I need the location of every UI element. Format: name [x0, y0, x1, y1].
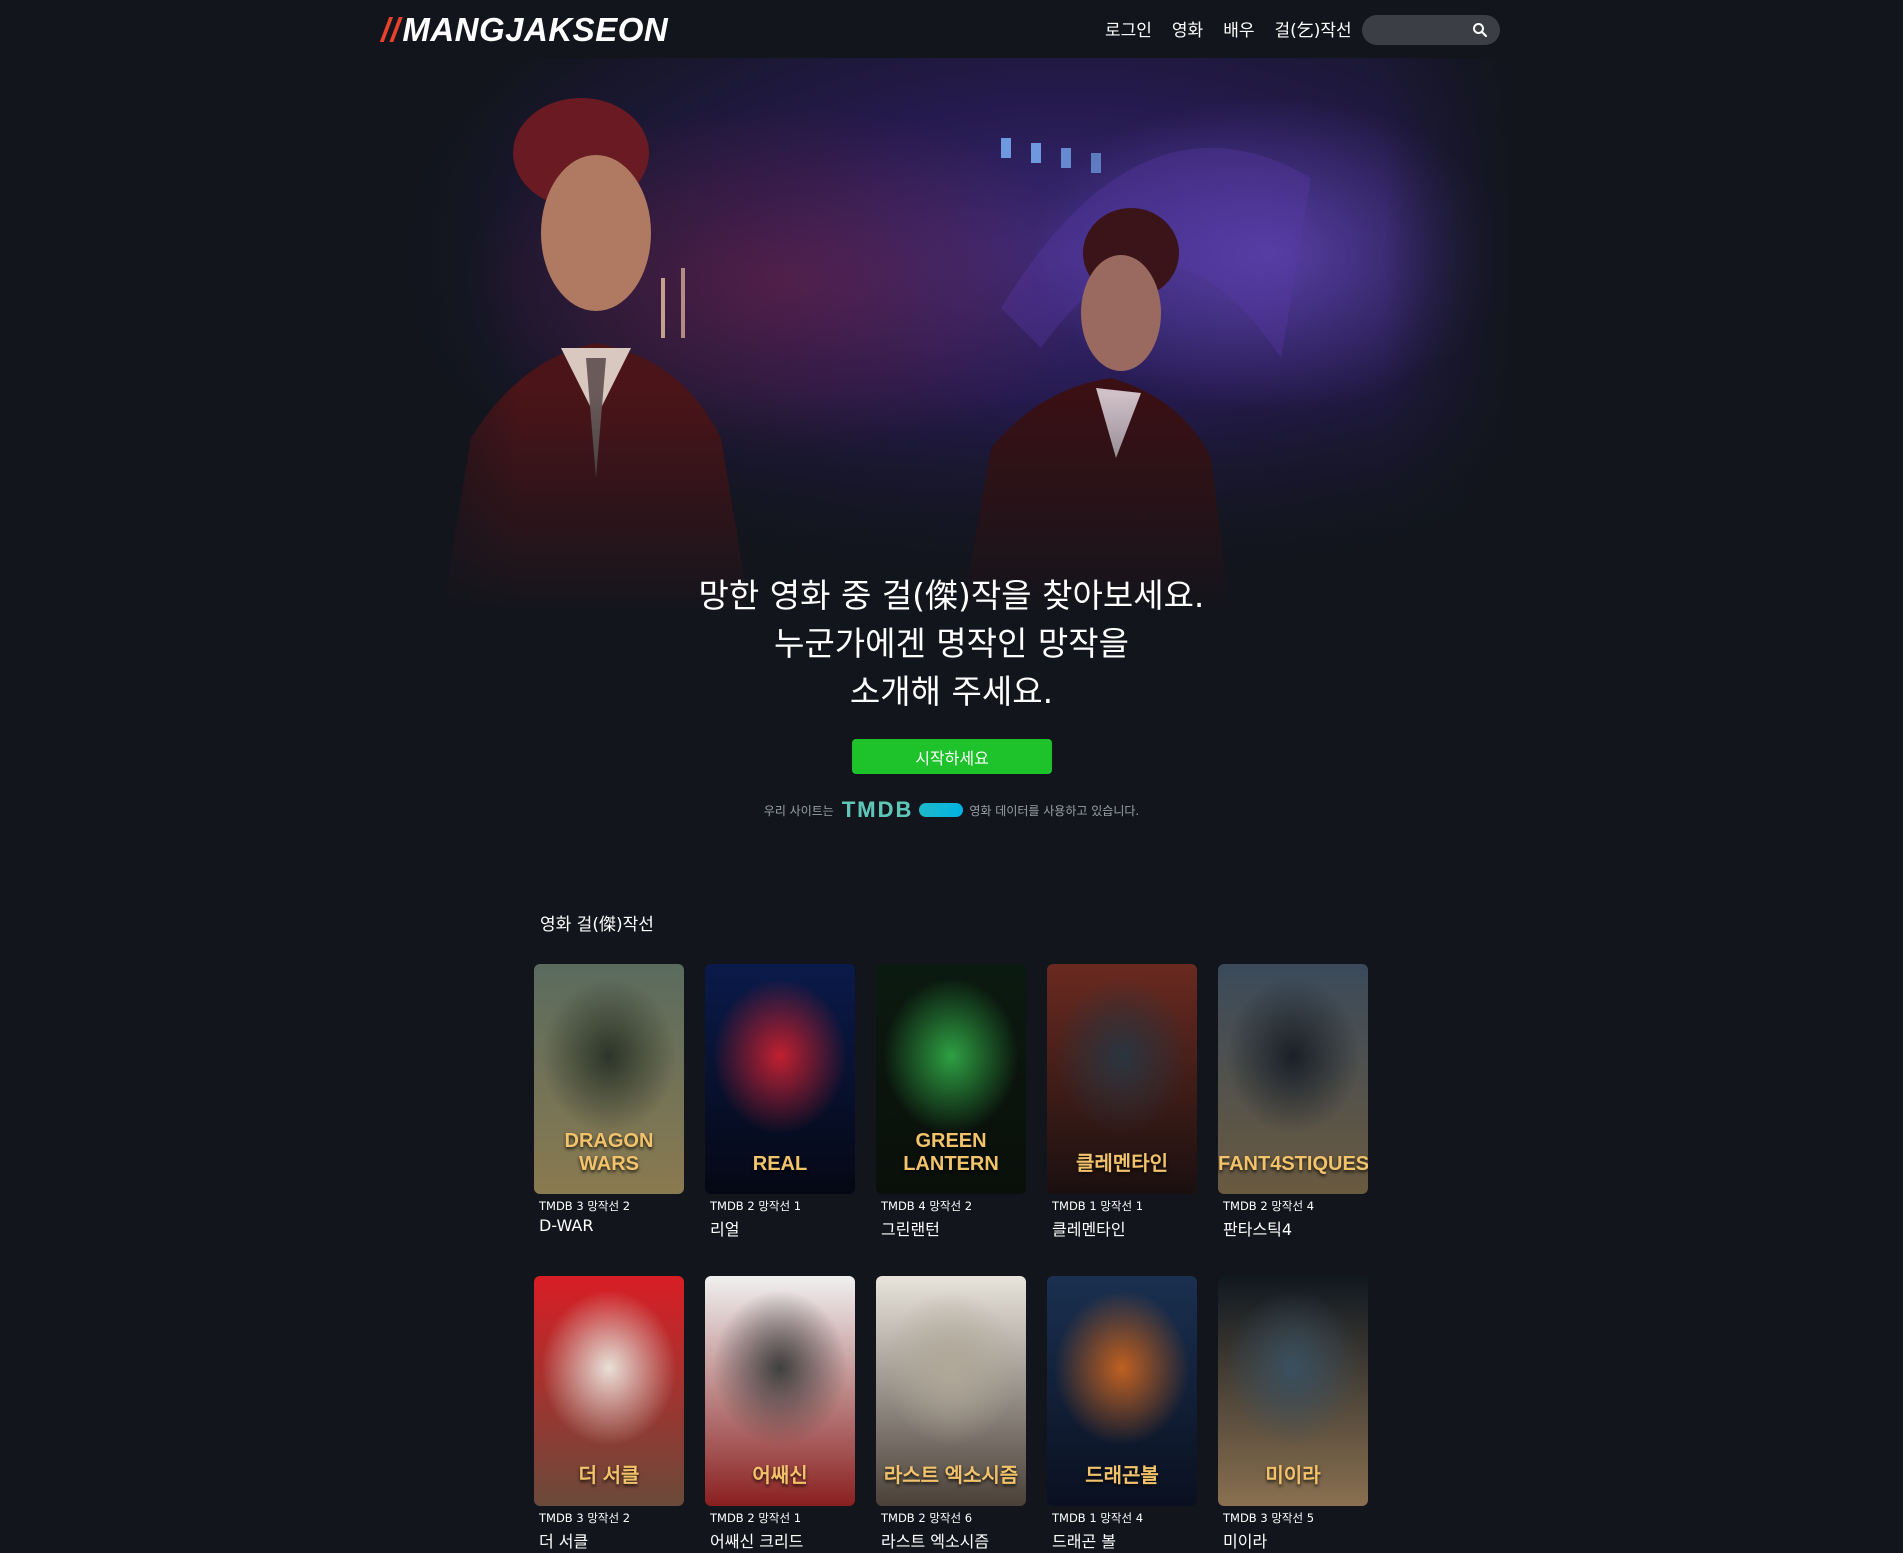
movie-poster[interactable]: 어쌔신 — [705, 1276, 855, 1506]
movie-meta: TMDB 2 망작선 1 — [710, 1511, 802, 1525]
poster-title-art: 클레멘타인 — [1076, 1153, 1168, 1175]
movie-meta: TMDB 4 망작선 2 — [881, 1199, 973, 1213]
main-nav: 로그인 영화 배우 걸(乞)작선 — [1105, 16, 1352, 41]
poster-title-art: 미이라 — [1265, 1465, 1321, 1487]
movie-poster[interactable]: 더 서클 — [534, 1276, 684, 1506]
movie-meta: TMDB 1 망작선 1 — [1052, 1199, 1144, 1213]
movie-title[interactable]: 라스트 엑소시즘 — [881, 1528, 1026, 1552]
hero-image — [381, 58, 1521, 618]
movie-meta: TMDB 3 망작선 2 — [539, 1199, 631, 1213]
movie-poster[interactable]: GREEN LANTERN — [876, 964, 1026, 1194]
movie-meta: TMDB 3 망작선 2 — [539, 1511, 631, 1525]
tmdb-credit: 우리 사이트는 TMDB 영화 데이터를 사용하고 있습니다. — [0, 797, 1903, 823]
poster-title-art: 더 서클 — [578, 1465, 640, 1487]
logo-slash: // — [381, 11, 401, 48]
poster-title-art: 드래곤볼 — [1085, 1465, 1159, 1487]
movie-meta: TMDB 2 망작선 6 — [881, 1511, 973, 1525]
movie-poster[interactable]: DRAGON WARS — [534, 964, 684, 1194]
movie-title[interactable]: 클레멘타인 — [1052, 1216, 1197, 1240]
logo-text: MANGJAKSEON — [402, 11, 669, 48]
nav-actors[interactable]: 배우 — [1223, 16, 1254, 41]
poster-title-art: 어쌔신 — [752, 1465, 808, 1487]
headline-line-3: 소개해 주세요. — [849, 672, 1054, 711]
movie-poster[interactable]: 미이라 — [1218, 1276, 1368, 1506]
movie-card[interactable]: 라스트 엑소시즘 TMDB 2 망작선 6 라스트 엑소시즘 — [876, 1276, 1026, 1552]
movie-card[interactable]: REAL TMDB 2 망작선 1 리얼 — [705, 964, 855, 1240]
search-input[interactable] — [1374, 21, 1478, 39]
search-icon[interactable] — [1472, 22, 1488, 38]
movie-meta: TMDB 3 망작선 5 — [1223, 1511, 1315, 1525]
credit-prefix: 우리 사이트는 — [763, 803, 834, 818]
nav-collection[interactable]: 걸(乞)작선 — [1274, 16, 1351, 41]
start-button[interactable]: 시작하세요 — [852, 739, 1052, 774]
movie-card[interactable]: DRAGON WARS TMDB 3 망작선 2 D-WAR — [534, 964, 684, 1235]
movie-meta: TMDB 1 망작선 4 — [1052, 1511, 1144, 1525]
movie-title[interactable]: 드래곤 볼 — [1052, 1528, 1197, 1552]
section-title: 영화 걸(傑)작선 — [540, 915, 654, 935]
poster-title-art: 라스트 엑소시즘 — [883, 1465, 1019, 1487]
headline-line-2: 누군가에겐 명작인 망작을 — [774, 624, 1129, 663]
movie-poster[interactable]: REAL — [705, 964, 855, 1194]
movie-poster[interactable]: 클레멘타인 — [1047, 964, 1197, 1194]
movie-poster[interactable]: FANT4STIQUES — [1218, 964, 1368, 1194]
movie-title[interactable]: 미이라 — [1223, 1528, 1368, 1552]
poster-title-art: DRAGON WARS — [564, 1130, 654, 1175]
search-box — [1362, 15, 1500, 45]
nav-movies[interactable]: 영화 — [1172, 16, 1203, 41]
movie-title[interactable]: 판타스틱4 — [1223, 1216, 1368, 1240]
movie-title[interactable]: 그린랜턴 — [881, 1216, 1026, 1240]
tmdb-logo-pill — [919, 803, 964, 817]
movie-title[interactable]: 어쌔신 크리드 — [710, 1528, 855, 1552]
movie-poster[interactable]: 라스트 엑소시즘 — [876, 1276, 1026, 1506]
poster-title-art: GREEN LANTERN — [903, 1130, 999, 1175]
movie-title[interactable]: 더 서클 — [539, 1528, 684, 1552]
movie-card[interactable]: 더 서클 TMDB 3 망작선 2 더 서클 — [534, 1276, 684, 1552]
poster-title-art: REAL — [752, 1153, 808, 1175]
movie-title[interactable]: 리얼 — [710, 1216, 855, 1240]
top-header: // MANGJAKSEON 로그인 영화 배우 걸(乞)작선 — [0, 0, 1903, 60]
hero-headline: 망한 영화 중 걸(傑)작을 찾아보세요. 누군가에겐 명작인 망작을 소개해 … — [0, 572, 1903, 716]
headline-line-1: 망한 영화 중 걸(傑)작을 찾아보세요. — [698, 576, 1205, 615]
movie-card[interactable]: 미이라 TMDB 3 망작선 5 미이라 — [1218, 1276, 1368, 1552]
credit-suffix: 영화 데이터를 사용하고 있습니다. — [969, 803, 1140, 818]
movie-card[interactable]: 드래곤볼 TMDB 1 망작선 4 드래곤 볼 — [1047, 1276, 1197, 1552]
site-logo[interactable]: // MANGJAKSEON — [381, 10, 668, 50]
tmdb-logo-text: TMDB — [841, 797, 914, 822]
hero-fade-overlay — [381, 58, 1521, 618]
movie-card[interactable]: 어쌔신 TMDB 2 망작선 1 어쌔신 크리드 — [705, 1276, 855, 1552]
movie-card[interactable]: FANT4STIQUES TMDB 2 망작선 4 판타스틱4 — [1218, 964, 1368, 1240]
nav-login[interactable]: 로그인 — [1105, 16, 1152, 41]
movie-card[interactable]: 클레멘타인 TMDB 1 망작선 1 클레멘타인 — [1047, 964, 1197, 1240]
movie-poster[interactable]: 드래곤볼 — [1047, 1276, 1197, 1506]
movie-meta: TMDB 2 망작선 4 — [1223, 1199, 1315, 1213]
movie-card[interactable]: GREEN LANTERN TMDB 4 망작선 2 그린랜턴 — [876, 964, 1026, 1240]
poster-title-art: FANT4STIQUES — [1218, 1153, 1368, 1175]
movie-title[interactable]: D-WAR — [539, 1216, 684, 1235]
movie-meta: TMDB 2 망작선 1 — [710, 1199, 802, 1213]
tmdb-logo[interactable]: TMDB — [842, 797, 964, 823]
